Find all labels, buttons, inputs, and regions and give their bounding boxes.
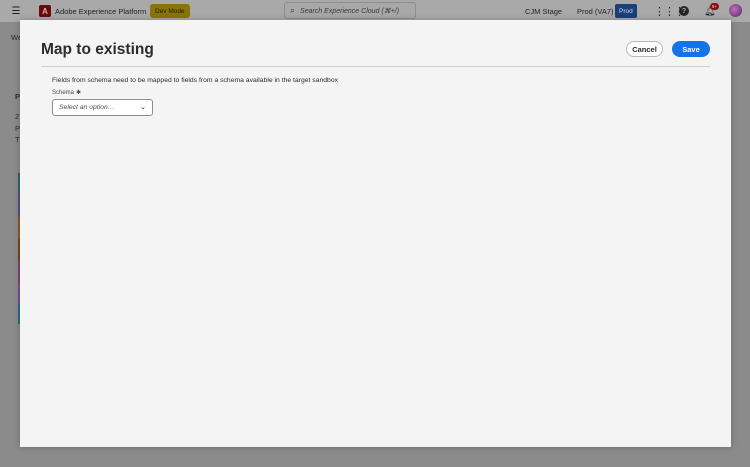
dialog-description: Fields from schema need to be mapped to … — [52, 77, 339, 84]
save-button[interactable]: Save — [672, 41, 710, 57]
notification-count: 9+ — [710, 3, 719, 10]
search-icon: ⌕ — [290, 5, 296, 15]
search-input[interactable]: ⌕ Search Experience Cloud (⌘+/) — [284, 2, 416, 19]
sandbox-badge: Prod — [615, 4, 637, 18]
app-title[interactable]: Adobe Experience Platform — [55, 0, 146, 22]
required-marker: ✱ — [76, 90, 82, 96]
cancel-button[interactable]: Cancel — [626, 41, 663, 57]
org-switcher[interactable]: CJM Stage — [525, 0, 562, 22]
schema-label-text: Schema — [52, 90, 75, 96]
dialog-title: Map to existing — [41, 41, 154, 58]
chevron-down-icon: ⌄ — [140, 104, 146, 111]
dev-mode-badge: Dev Mode — [150, 4, 190, 18]
help-icon[interactable]: ? — [679, 6, 689, 16]
adobe-logo[interactable]: A — [39, 5, 51, 17]
hamburger-icon[interactable]: ☰ — [10, 0, 22, 22]
schema-label: Schema ✱ — [52, 89, 81, 96]
schema-select-placeholder: Select an option… — [59, 104, 115, 111]
divider — [41, 66, 710, 67]
bg-text: 2 — [15, 112, 20, 121]
avatar[interactable] — [729, 4, 742, 17]
sandbox-switcher[interactable]: Prod (VA7) — [577, 0, 614, 22]
map-to-existing-dialog: Map to existing Cancel Save Fields from … — [20, 20, 731, 447]
search-placeholder: Search Experience Cloud (⌘+/) — [300, 7, 400, 15]
top-app-bar: ☰ A Adobe Experience Platform Dev Mode ⌕… — [0, 0, 750, 22]
bg-text: T — [15, 135, 20, 144]
schema-select[interactable]: Select an option… ⌄ — [52, 99, 153, 116]
